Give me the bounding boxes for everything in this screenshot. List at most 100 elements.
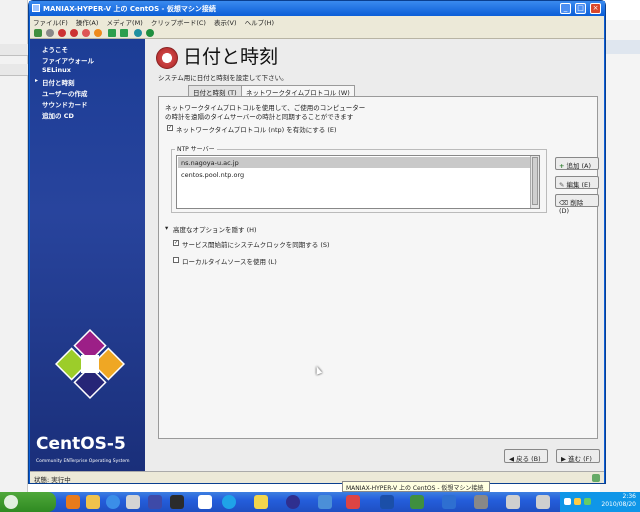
app-icon[interactable]	[148, 495, 162, 509]
expander-arrow-icon[interactable]: ▾	[165, 224, 168, 232]
tab-panel-ntp: ネットワークタイムプロトコルを使用して、ご使用のコンピューター の時計を遠隔のタ…	[158, 96, 599, 439]
folder-icon[interactable]	[86, 495, 100, 509]
back-button-label: 戻る (B)	[516, 455, 541, 463]
add-server-label: 追加 (A)	[566, 162, 592, 170]
sync-before-service-checkbox[interactable]: ✓	[173, 240, 179, 246]
app-icon[interactable]	[198, 495, 212, 509]
menu-file[interactable]: ファイル(F)	[33, 19, 68, 27]
pause-icon[interactable]	[108, 29, 116, 37]
scrollbar-thumb[interactable]	[532, 157, 538, 205]
save-icon[interactable]	[94, 29, 102, 37]
taskbar-tooltip: MANIAX-HYPER-V 上の CentOS - 仮想マシン接続	[342, 481, 490, 492]
menu-action[interactable]: 操作(A)	[76, 19, 99, 27]
app-icon[interactable]	[380, 495, 394, 509]
clock-date: 2010/08/20	[601, 501, 636, 508]
ctrl-alt-del-icon[interactable]	[34, 29, 42, 37]
background-right-pane	[600, 20, 640, 492]
back-button[interactable]: ◀ 戻る (B)	[504, 449, 548, 463]
delete-server-button[interactable]: ⌫ 削除 (D)	[555, 194, 599, 215]
sync-before-service-label[interactable]: サービス開始前にシステムクロックを同期する (S)	[182, 239, 330, 249]
sidebar-item-additional-cd[interactable]: 追加の CD	[42, 110, 74, 120]
edit-server-button[interactable]: ✎ 編集 (E)	[555, 176, 599, 189]
add-server-button[interactable]: + 追加 (A)	[555, 157, 599, 170]
tab-date-time[interactable]: 日付と時刻 (T)	[188, 85, 242, 97]
app-icon[interactable]	[506, 495, 520, 509]
ntp-server-row[interactable]: centos.pool.ntp.org	[178, 169, 530, 180]
app-icon[interactable]	[126, 495, 140, 509]
centos-logo-icon	[55, 329, 125, 399]
app-icon[interactable]	[254, 495, 268, 509]
sidebar-item-create-user[interactable]: ユーザーの作成	[42, 88, 87, 98]
firstboot-sidebar: ようこそ ファイアウォール SELinux ▸ 日付と時刻 ユーザーの作成 サウ…	[30, 39, 145, 471]
skype-icon[interactable]	[222, 495, 236, 509]
app-icon[interactable]	[346, 495, 360, 509]
centos-logo-text: CentOS-5	[36, 434, 126, 454]
advanced-options-toggle[interactable]: 高度なオプションを隠す (H)	[173, 224, 257, 234]
vm-status-bar: 状態: 実行中	[30, 471, 604, 484]
app-icon[interactable]	[286, 495, 300, 509]
vm-connection-task-icon[interactable]	[410, 495, 424, 509]
sidebar-item-selinux[interactable]: SELinux	[42, 66, 71, 74]
enable-ntp-checkbox[interactable]: ✓	[167, 125, 173, 131]
local-time-source-label[interactable]: ローカルタイムソースを使用 (L)	[182, 256, 277, 266]
ntp-server-row[interactable]: ns.nagoya-u.ac.jp	[178, 157, 530, 168]
window-title-bar[interactable]: MANIAX-HYPER-V 上の CentOS - 仮想マシン接続	[29, 1, 605, 16]
ntp-list-scrollbar[interactable]	[530, 156, 539, 208]
menu-help[interactable]: ヘルプ(H)	[245, 19, 274, 27]
enable-ntp-label[interactable]: ネットワークタイムプロトコル (ntp) を有効にする (E)	[176, 124, 337, 134]
background-right-toolbar	[600, 40, 640, 54]
next-button[interactable]: ▶ 進む (F)	[556, 449, 600, 463]
minimize-button[interactable]: _	[560, 3, 571, 14]
app-icon[interactable]	[474, 495, 488, 509]
page-title: 日付と時刻	[183, 46, 279, 68]
sidebar-item-welcome[interactable]: ようこそ	[42, 44, 68, 54]
taskbar: 2:36 2010/08/20	[0, 492, 640, 512]
app-icon[interactable]	[170, 495, 184, 509]
sidebar-item-sound-card[interactable]: サウンドカード	[42, 99, 88, 109]
sidebar-item-firewall[interactable]: ファイアウォール	[42, 55, 94, 65]
maximize-button[interactable]: □	[575, 3, 586, 14]
chrome-icon[interactable]	[106, 495, 120, 509]
tray-icon[interactable]	[574, 498, 581, 505]
vm-status-text: 状態: 実行中	[34, 476, 71, 484]
window-title: MANIAX-HYPER-V 上の CentOS - 仮想マシン接続	[43, 5, 216, 13]
trash-icon: ⌫	[559, 199, 569, 207]
menu-bar: ファイル(F) 操作(A) メディア(M) クリップボード(C) 表示(V) ヘ…	[30, 16, 604, 27]
snapshot-icon[interactable]	[134, 29, 142, 37]
close-button[interactable]: ×	[590, 3, 601, 14]
plus-icon: +	[559, 162, 565, 170]
lock-icon	[592, 474, 600, 482]
windows-logo-icon	[4, 495, 18, 509]
reset-icon[interactable]	[120, 29, 128, 37]
app-icon[interactable]	[442, 495, 456, 509]
power-icon[interactable]	[82, 29, 90, 37]
ntp-server-list[interactable]: ns.nagoya-u.ac.jp centos.pool.ntp.org	[176, 155, 540, 209]
page-subtitle: システム用に日付と時刻を設定して下さい。	[158, 74, 288, 82]
taskbar-clock[interactable]: 2:36 2010/08/20	[601, 493, 636, 509]
vm-app-icon	[32, 4, 40, 12]
edit-server-label: 編集 (E)	[566, 181, 591, 189]
guest-screen[interactable]: ようこそ ファイアウォール SELinux ▸ 日付と時刻 ユーザーの作成 サウ…	[30, 39, 604, 471]
ntp-description-line-2: の時計を遠隔のタイムサーバーの時計と同期することができます	[165, 113, 354, 121]
clock-time: 2:36	[622, 493, 636, 500]
vm-connection-window: MANIAX-HYPER-V 上の CentOS - 仮想マシン接続 _ □ ×…	[28, 0, 606, 484]
app-icon[interactable]	[318, 495, 332, 509]
app-icon[interactable]	[536, 495, 550, 509]
local-time-source-checkbox[interactable]	[173, 257, 179, 263]
background-tab	[0, 44, 28, 56]
tray-icon[interactable]	[584, 498, 591, 505]
firefox-icon[interactable]	[66, 495, 80, 509]
turn-off-icon[interactable]	[58, 29, 66, 37]
tray-icon[interactable]	[564, 498, 571, 505]
menu-clipboard[interactable]: クリップボード(C)	[151, 19, 206, 27]
start-icon[interactable]	[46, 29, 54, 37]
revert-icon[interactable]	[146, 29, 154, 37]
shutdown-icon[interactable]	[70, 29, 78, 37]
background-tab	[0, 64, 28, 76]
clock-icon	[156, 47, 178, 69]
menu-media[interactable]: メディア(M)	[107, 19, 143, 27]
sidebar-item-date-time[interactable]: 日付と時刻	[42, 77, 75, 87]
pencil-icon: ✎	[559, 181, 565, 189]
menu-view[interactable]: 表示(V)	[214, 19, 237, 27]
start-button[interactable]	[0, 492, 56, 512]
